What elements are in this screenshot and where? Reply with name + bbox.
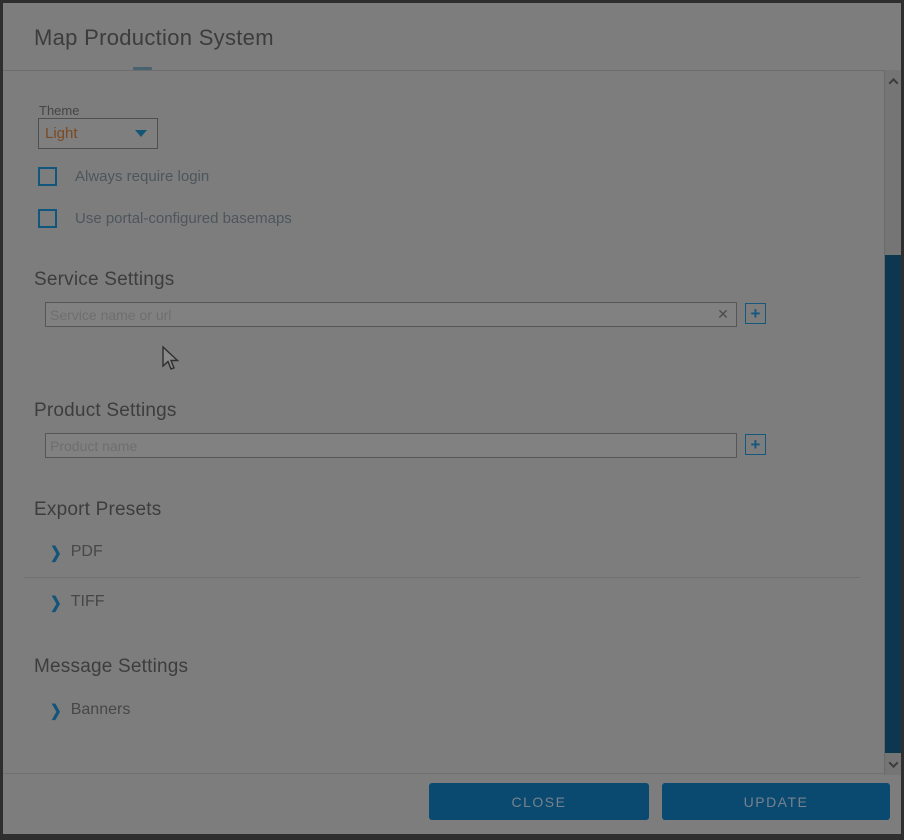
- add-service-button[interactable]: +: [745, 303, 766, 324]
- expander-tiff[interactable]: ❯ TIFF: [50, 592, 105, 612]
- message-settings-heading: Message Settings: [34, 656, 188, 678]
- scroll-down-arrow[interactable]: [885, 753, 901, 775]
- checkbox-portal-basemaps[interactable]: [38, 209, 57, 228]
- map-production-system-dialog: Map Production System Theme Light Always…: [3, 3, 901, 834]
- chevron-right-icon: ❯: [50, 594, 62, 610]
- service-settings-heading: Service Settings: [34, 269, 175, 291]
- footer-divider: [3, 773, 901, 774]
- product-name-input[interactable]: [46, 434, 736, 457]
- expander-pdf[interactable]: ❯ PDF: [50, 542, 103, 562]
- export-presets-heading: Export Presets: [34, 499, 161, 521]
- checkbox-label: Use portal-configured basemaps: [75, 210, 292, 227]
- service-name-input[interactable]: [46, 303, 710, 326]
- checkbox-row-portal-basemaps[interactable]: Use portal-configured basemaps: [38, 208, 292, 228]
- theme-label: Theme: [39, 103, 79, 118]
- scroll-up-arrow[interactable]: [885, 70, 901, 92]
- vertical-scrollbar[interactable]: [884, 70, 901, 775]
- chevron-up-icon: [888, 77, 898, 87]
- checkbox-label: Always require login: [75, 168, 209, 185]
- service-input-wrap: ✕: [45, 302, 737, 327]
- expander-label: PDF: [71, 543, 103, 561]
- close-button[interactable]: CLOSE: [429, 783, 649, 820]
- clear-input-icon[interactable]: ✕: [710, 303, 736, 326]
- theme-select[interactable]: Light: [38, 118, 158, 149]
- chevron-right-icon: ❯: [50, 544, 62, 560]
- product-input-wrap: [45, 433, 737, 458]
- scrollbar-thumb[interactable]: [885, 255, 901, 753]
- expander-label: TIFF: [71, 593, 105, 611]
- update-button[interactable]: UPDATE: [662, 783, 890, 820]
- header-divider: [3, 70, 884, 71]
- chevron-down-icon: [135, 130, 147, 137]
- chevron-down-icon: [888, 758, 898, 768]
- clipped-scrolled-element: [133, 67, 152, 70]
- theme-selected-value: Light: [45, 125, 78, 142]
- preset-divider: [24, 577, 860, 578]
- chevron-right-icon: ❯: [50, 702, 62, 718]
- checkbox-row-always-require-login[interactable]: Always require login: [38, 166, 209, 186]
- expander-banners[interactable]: ❯ Banners: [50, 700, 130, 720]
- dialog-title: Map Production System: [34, 25, 274, 51]
- checkbox-always-require-login[interactable]: [38, 167, 57, 186]
- product-settings-heading: Product Settings: [34, 400, 177, 422]
- mouse-cursor: [159, 345, 181, 373]
- add-product-button[interactable]: +: [745, 434, 766, 455]
- expander-label: Banners: [71, 701, 131, 719]
